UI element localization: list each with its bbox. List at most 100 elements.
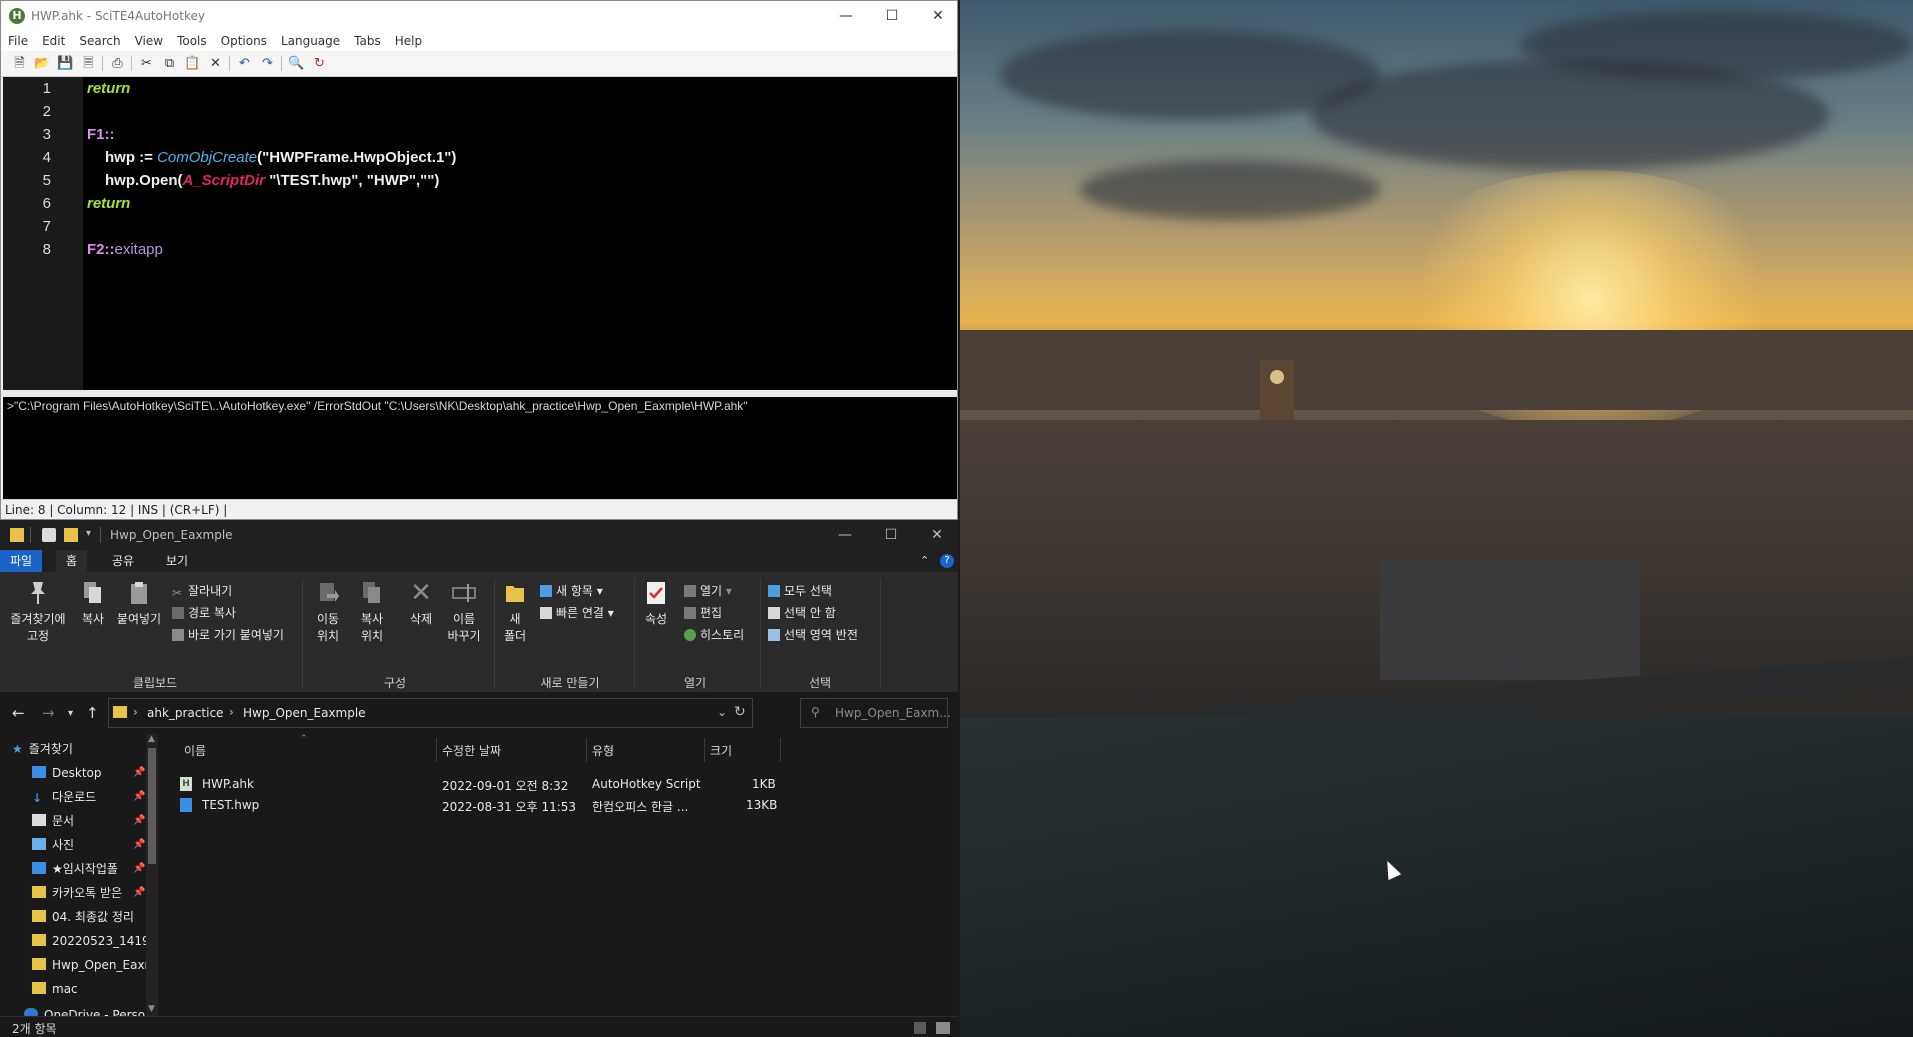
minimize-button[interactable]: —: [822, 520, 868, 550]
cut-button[interactable]: ✂ 잘라내기: [172, 582, 232, 600]
column-header-modified[interactable]: 수정한 날짜: [442, 742, 501, 759]
paste-icon[interactable]: 📋: [184, 55, 201, 72]
close-button[interactable]: ✕: [915, 1, 961, 31]
nav-item-final-values[interactable]: 04. 최종값 정리: [32, 906, 134, 928]
output-pane[interactable]: >"C:\Program Files\AutoHotkey\SciTE\..\A…: [3, 397, 957, 499]
scroll-down-icon[interactable]: ▼: [148, 1004, 155, 1014]
menu-tabs[interactable]: Tabs: [347, 31, 388, 48]
breadcrumb-item[interactable]: ahk_practice: [147, 706, 223, 720]
column-separator[interactable]: [586, 738, 587, 762]
large-icons-view-icon[interactable]: [936, 1022, 950, 1034]
column-separator[interactable]: [780, 738, 781, 762]
copy-to-button[interactable]: 복사 위치: [352, 580, 392, 644]
nav-item-kakaotalk[interactable]: 카카오톡 받은: [32, 882, 122, 904]
paste-shortcut-button[interactable]: 바로 가기 붙여넣기: [172, 626, 284, 643]
replace-icon[interactable]: ↻: [311, 55, 328, 72]
open-folder-icon[interactable]: 📂: [34, 55, 51, 72]
nav-item-desktop[interactable]: Desktop: [32, 762, 102, 784]
collapse-ribbon-icon[interactable]: ⌃: [920, 554, 929, 567]
maximize-button[interactable]: ☐: [868, 520, 914, 550]
file-row[interactable]: TEST.hwp 2022-08-31 오후 11:53 한컴오피스 한글 ..…: [180, 795, 800, 815]
select-all-button[interactable]: 모두 선택: [768, 582, 832, 599]
nav-item-pictures[interactable]: 사진: [32, 834, 74, 856]
pin-to-quick-access-button[interactable]: 즐겨찾기에 고정: [6, 580, 70, 644]
tab-home[interactable]: 홈: [56, 550, 88, 572]
print-icon[interactable]: ⎙: [109, 55, 126, 72]
scroll-up-icon[interactable]: ▲: [148, 734, 155, 744]
menu-file[interactable]: File: [1, 31, 35, 48]
delete-button[interactable]: ✕ 삭제: [404, 580, 438, 627]
explorer-titlebar[interactable]: ▾ Hwp_Open_Eaxmple — ☐ ✕: [0, 520, 958, 550]
address-dropdown-icon[interactable]: ⌄: [717, 705, 727, 719]
breadcrumb-item[interactable]: Hwp_Open_Eaxmple: [243, 706, 366, 720]
new-folder-button[interactable]: 새 폴더: [498, 580, 532, 644]
select-none-button[interactable]: 선택 안 함: [768, 604, 836, 621]
menu-edit[interactable]: Edit: [35, 31, 72, 48]
nav-item-downloads[interactable]: ↓ 다운로드: [32, 786, 96, 808]
properties-quick-icon[interactable]: [42, 528, 56, 542]
nav-item-20220523[interactable]: 20220523_1419: [32, 930, 150, 952]
code-editor[interactable]: 1 2 3 4 5 6 7 8 return F1:: hwp := ComOb…: [3, 77, 957, 390]
up-arrow-icon[interactable]: ↑: [86, 704, 99, 722]
recent-locations-chevron-icon[interactable]: ▾: [68, 708, 73, 719]
copy-icon[interactable]: ⧉: [161, 55, 178, 72]
menu-tools[interactable]: Tools: [170, 31, 214, 48]
invert-selection-button[interactable]: 선택 영역 반전: [768, 626, 858, 643]
tab-view[interactable]: 보기: [156, 550, 198, 572]
nav-item-documents[interactable]: 문서: [32, 810, 74, 832]
save-icon[interactable]: 💾: [57, 55, 74, 72]
easy-access-button[interactable]: 빠른 연결 ▾: [540, 604, 614, 621]
cut-icon[interactable]: ✂: [138, 55, 155, 72]
help-icon[interactable]: ?: [940, 554, 954, 568]
find-icon[interactable]: 🔍: [288, 55, 305, 72]
nav-scrollbar[interactable]: ▲ ▼: [146, 734, 158, 1016]
minimize-button[interactable]: —: [823, 1, 869, 31]
column-header-size[interactable]: 크기: [710, 742, 732, 759]
copy-button[interactable]: 복사: [76, 580, 110, 627]
history-button[interactable]: 히스토리: [684, 626, 744, 643]
refresh-icon[interactable]: ↻: [734, 704, 746, 720]
nav-item-hwp-open-example[interactable]: Hwp_Open_Eaxm: [32, 954, 156, 976]
scrollbar-thumb[interactable]: [148, 748, 156, 864]
column-separator[interactable]: [436, 738, 437, 762]
menu-view[interactable]: View: [128, 31, 170, 48]
nav-item-quick-access[interactable]: ★ 즐겨찾기: [12, 738, 73, 760]
details-view-icon[interactable]: [914, 1022, 926, 1034]
menu-language[interactable]: Language: [274, 31, 347, 48]
nav-item-temp-work[interactable]: ★임시작업폴: [32, 858, 118, 880]
copy-path-button[interactable]: 경로 복사: [172, 604, 236, 621]
nav-item-mac[interactable]: mac: [32, 978, 78, 1000]
pane-splitter[interactable]: [3, 390, 957, 397]
paste-button[interactable]: 붙여넣기: [114, 580, 164, 627]
tab-file[interactable]: 파일: [0, 550, 43, 572]
properties-button[interactable]: 속성: [640, 580, 672, 627]
column-header-name[interactable]: 이름: [184, 742, 206, 759]
quick-access-dropdown-icon[interactable]: ▾: [86, 528, 91, 539]
menu-options[interactable]: Options: [214, 31, 274, 48]
new-file-icon[interactable]: 🗎: [11, 55, 28, 72]
forward-arrow-icon[interactable]: →: [42, 704, 55, 722]
move-to-button[interactable]: 이동 위치: [308, 580, 348, 644]
undo-icon[interactable]: ↶: [236, 55, 253, 72]
redo-icon[interactable]: ↷: [259, 55, 276, 72]
column-separator[interactable]: [704, 738, 705, 762]
menu-search[interactable]: Search: [72, 31, 127, 48]
scite-titlebar[interactable]: H HWP.ahk - SciTE4AutoHotkey — ☐ ✕: [1, 1, 957, 31]
new-folder-quick-icon[interactable]: [64, 528, 78, 542]
maximize-button[interactable]: ☐: [869, 1, 915, 31]
rename-button[interactable]: 이름 바꾸기: [444, 580, 484, 644]
open-button[interactable]: 열기 ▾: [684, 582, 732, 599]
close-file-icon[interactable]: 🗏: [80, 55, 97, 72]
back-arrow-icon[interactable]: ←: [12, 704, 25, 722]
tab-share[interactable]: 공유: [102, 550, 144, 572]
search-box[interactable]: ⚲ Hwp_Open_Eaxm...: [800, 698, 951, 728]
close-button[interactable]: ✕: [914, 520, 960, 550]
edit-button[interactable]: 편집: [684, 604, 722, 621]
new-item-button[interactable]: 새 항목 ▾: [540, 582, 603, 599]
nav-item-onedrive[interactable]: OneDrive - Persor: [24, 1004, 150, 1016]
menu-help[interactable]: Help: [388, 31, 429, 48]
address-bar[interactable]: › ahk_practice › Hwp_Open_Eaxmple ⌄ ↻: [108, 698, 753, 728]
column-header-type[interactable]: 유형: [592, 742, 614, 759]
delete-icon[interactable]: ✕: [207, 55, 224, 72]
file-row[interactable]: H HWP.ahk 2022-09-01 오전 8:32 AutoHotkey …: [180, 774, 800, 794]
